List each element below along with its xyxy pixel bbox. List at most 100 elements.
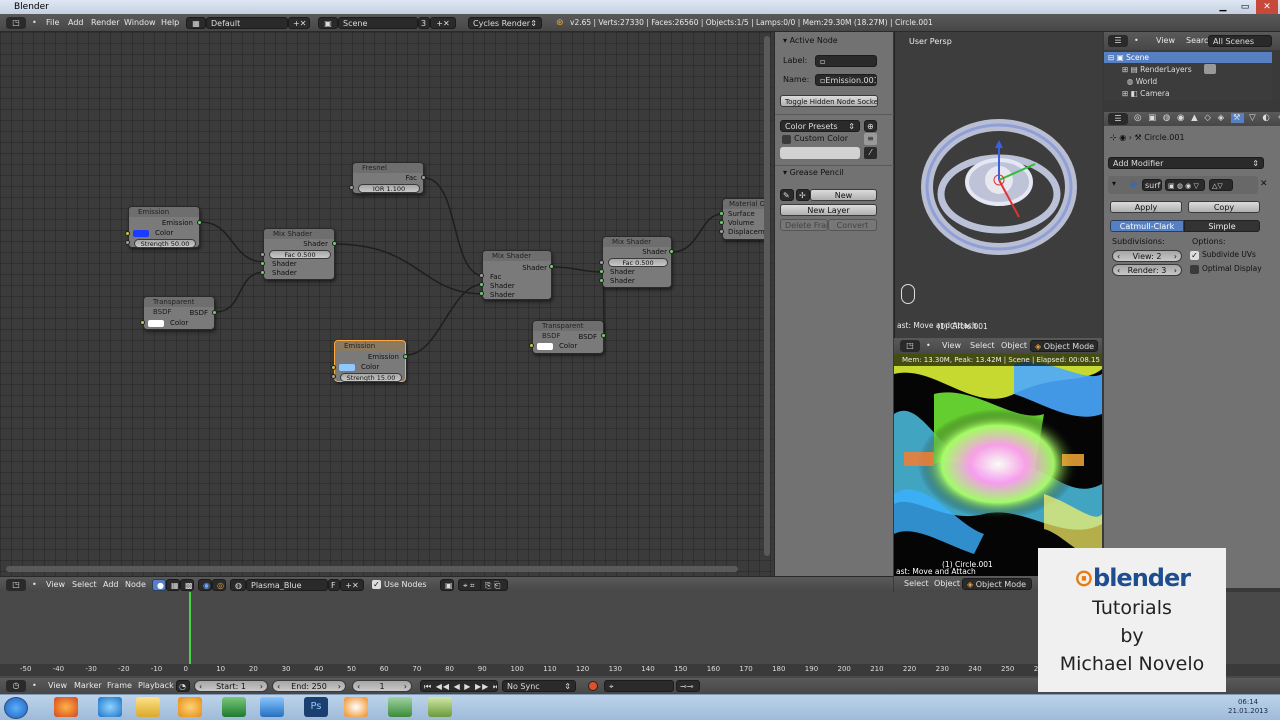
shader-nodes-icon[interactable]: ● <box>152 579 166 591</box>
menu-view[interactable]: View <box>46 577 65 593</box>
decrement-arrow-icon[interactable]: ‹ <box>199 681 202 691</box>
node-editor-canvas[interactable]: Emission Emission Color Strength 50.00 T… <box>0 32 772 576</box>
render-engine-select[interactable]: Cycles Render ⇕ <box>468 17 542 29</box>
menu-select[interactable]: Select <box>904 576 929 592</box>
menu-add[interactable]: Add <box>68 14 84 32</box>
render-icon[interactable] <box>1204 64 1216 74</box>
eyedropper-icon[interactable]: ⁄ <box>864 147 877 159</box>
outliner-item-renderlayers[interactable]: ⊞ ▤ RenderLayers <box>1122 65 1192 74</box>
decrement-arrow-icon[interactable]: ‹ <box>357 681 360 691</box>
cross-icon[interactable]: ✢ <box>796 189 810 201</box>
photoshop-icon[interactable]: Ps <box>304 697 328 717</box>
custom-color-checkbox[interactable] <box>782 135 791 144</box>
menu-window[interactable]: Window <box>124 14 156 32</box>
color-swatch[interactable] <box>339 364 355 371</box>
current-frame-field[interactable]: ‹ 1 › <box>352 680 412 692</box>
properties-context-tabs[interactable]: ◎ ▣ ◍ ◉ ▲ ◇ ◈ ⚒ ▽ ◐ ⚬ ▦ <box>1134 113 1280 123</box>
new-grease-button[interactable]: New <box>810 189 877 201</box>
copy-button[interactable]: Copy <box>1188 201 1260 213</box>
outliner-item-scene[interactable]: ⊟ ▣ Scene <box>1108 53 1149 62</box>
delete-frame-button[interactable]: Delete Frame <box>780 219 828 231</box>
pin-icon[interactable]: ⊹ <box>1110 133 1117 142</box>
display-mode-select[interactable]: All Scenes <box>1208 35 1272 47</box>
label-input[interactable]: ▫ <box>815 55 877 67</box>
menu-file[interactable]: File <box>46 14 59 32</box>
increment-arrow-icon[interactable]: › <box>338 681 341 691</box>
strength-field[interactable]: Strength 15.00 <box>340 373 402 382</box>
fake-user-toggle[interactable]: F <box>328 579 340 591</box>
editor-type-icon[interactable]: ◷ <box>6 680 26 692</box>
record-icon[interactable] <box>588 681 598 691</box>
name-input[interactable]: ▫Emission.001 <box>815 74 877 86</box>
editor-type-icon[interactable]: ◳ <box>6 17 26 29</box>
ie-icon[interactable] <box>98 697 122 717</box>
input-socket[interactable] <box>479 291 484 296</box>
media-player-icon[interactable] <box>178 697 202 717</box>
panel-grease-pencil[interactable]: ▾ Grease Pencil <box>783 167 844 179</box>
input-socket[interactable] <box>599 260 604 265</box>
menu-frame[interactable]: Frame <box>107 678 132 694</box>
custom-color-swatch[interactable] <box>780 147 860 159</box>
ior-field[interactable]: IOR 1.100 <box>358 184 420 193</box>
output-socket[interactable] <box>403 354 408 359</box>
node-mix-shader-2[interactable]: Mix Shader Shader Fac Shader Shader <box>482 250 552 300</box>
editor-type-icon[interactable]: ☰ <box>1108 113 1128 125</box>
output-socket[interactable] <box>212 310 217 315</box>
output-socket[interactable] <box>197 220 202 225</box>
start-button[interactable] <box>4 697 28 719</box>
menu-view[interactable]: View <box>1156 32 1175 50</box>
render-levels-field[interactable]: ‹ Render: 3 › <box>1112 264 1182 276</box>
input-socket[interactable] <box>140 320 145 325</box>
current-frame-line[interactable] <box>189 592 191 670</box>
output-socket[interactable] <box>601 333 606 338</box>
keying-set-field[interactable]: ⌖ <box>604 680 674 692</box>
outliner-scrollbar[interactable] <box>1272 50 1280 100</box>
scene-add-remove-icon[interactable]: +✕ <box>430 17 456 29</box>
horizontal-scrollbar[interactable] <box>6 566 738 572</box>
panel-active-node[interactable]: ▾ Active Node <box>783 35 838 47</box>
strength-field[interactable]: Strength 50.00 <box>134 239 196 248</box>
close-button[interactable]: ✕ <box>1256 0 1278 14</box>
input-socket[interactable] <box>599 269 604 274</box>
input-socket[interactable] <box>349 185 354 190</box>
layout-icon[interactable]: ▦ <box>186 17 206 29</box>
app-icon-4[interactable] <box>428 697 452 717</box>
decrement-arrow-icon[interactable]: ‹ <box>277 681 280 691</box>
node-fresnel[interactable]: Fresnel Fac IOR 1.100 <box>352 162 424 194</box>
view-levels-field[interactable]: ‹ View: 2 › <box>1112 250 1182 262</box>
modifier-name-field[interactable]: surf <box>1142 179 1162 191</box>
object-icon[interactable]: ◉ <box>198 579 212 591</box>
scene-field[interactable]: Scene <box>338 17 418 29</box>
keyframe-insert-icons[interactable]: ⊸⊸ <box>676 680 700 692</box>
move-up-down-icons[interactable]: △▽ <box>1209 179 1233 191</box>
node-emission-selected[interactable]: Emission Emission Color Strength 15.00 <box>334 340 406 382</box>
modifier-header[interactable]: ▾ ◎ surf ▣ ◍ ◉ ▽ △▽ <box>1108 176 1258 194</box>
subdivide-uvs-checkbox[interactable]: ✓ <box>1190 251 1199 260</box>
node-emission[interactable]: Emission Emission Color Strength 50.00 <box>128 206 200 248</box>
input-socket[interactable] <box>125 231 130 236</box>
apply-button[interactable]: Apply <box>1110 201 1182 213</box>
input-socket[interactable] <box>125 240 130 245</box>
increment-arrow-icon[interactable]: › <box>404 681 407 691</box>
color-swatch[interactable] <box>133 230 149 237</box>
scene-icon[interactable]: ▣ <box>318 17 338 29</box>
blender-task-icon[interactable] <box>344 697 368 717</box>
simple-toggle[interactable]: Simple <box>1184 220 1260 232</box>
material-add-remove-icon[interactable]: +✕ <box>340 579 364 591</box>
input-socket[interactable] <box>331 365 336 370</box>
fac-field[interactable]: Fac 0.500 <box>269 250 331 259</box>
composite-nodes-icon[interactable]: ▦ <box>166 579 180 591</box>
input-socket[interactable] <box>260 252 265 257</box>
increment-arrow-icon[interactable]: › <box>1174 265 1177 275</box>
playback-controls[interactable]: ⏮ ◀◀ ◀ ▶ ▶▶ ⏭ <box>420 680 498 692</box>
explorer-icon[interactable] <box>136 697 160 717</box>
world-icon[interactable]: ◎ <box>212 579 226 591</box>
maximize-button[interactable]: ▭ <box>1234 0 1256 14</box>
increment-arrow-icon[interactable]: › <box>260 681 263 691</box>
color-swatch[interactable] <box>148 320 164 327</box>
preset-add-icon[interactable]: ⊕ <box>864 120 877 132</box>
editor-type-icon[interactable]: ◳ <box>6 579 26 591</box>
editor-type-icon[interactable]: ☰ <box>1108 35 1128 47</box>
add-modifier-select[interactable]: Add Modifier ⇕ <box>1108 157 1264 169</box>
app-icon-1[interactable] <box>222 697 246 717</box>
